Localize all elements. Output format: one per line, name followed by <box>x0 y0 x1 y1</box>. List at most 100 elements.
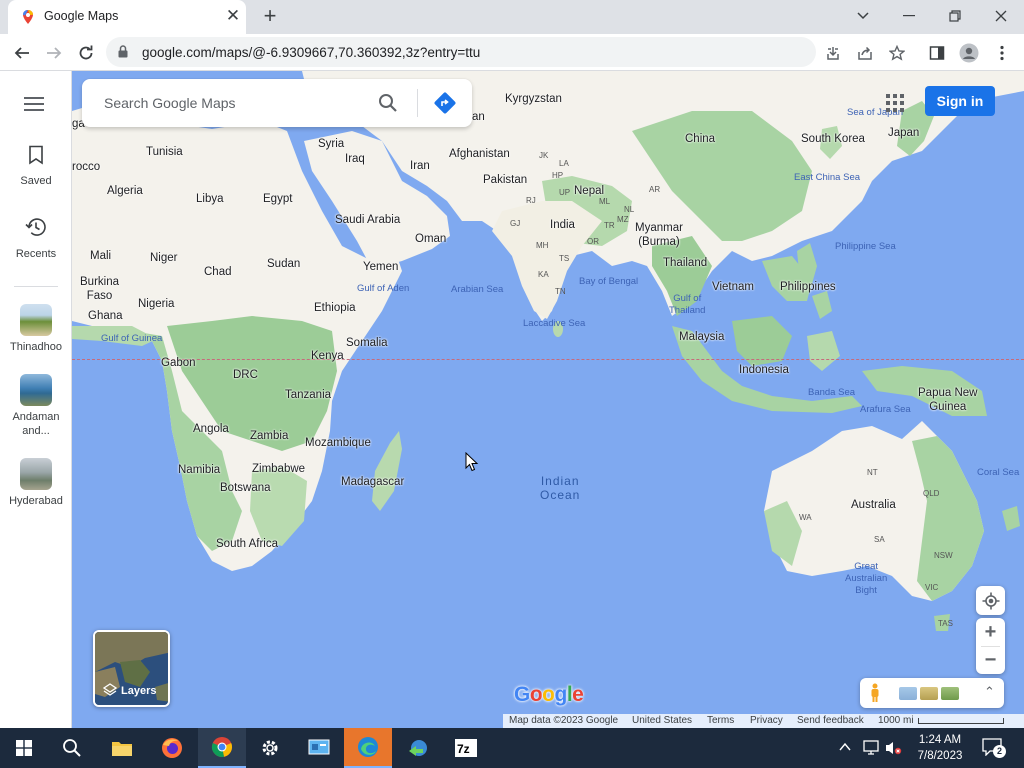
tab-google-maps[interactable]: Google Maps ✕ <box>8 0 246 34</box>
label-niger[interactable]: Niger <box>150 252 177 264</box>
system-clock[interactable]: 1:24 AM 7/8/2023 <box>910 732 970 764</box>
recents-button[interactable]: Recents <box>0 216 72 261</box>
label-nigeria[interactable]: Nigeria <box>138 298 174 310</box>
my-location-button[interactable] <box>976 586 1005 615</box>
settings-button[interactable] <box>246 728 294 768</box>
label-philippines[interactable]: Philippines <box>780 281 836 293</box>
label-kyrgyzstan[interactable]: Kyrgyzstan <box>505 93 562 105</box>
label-libya[interactable]: Libya <box>196 193 224 205</box>
label-indonesia[interactable]: Indonesia <box>739 364 789 376</box>
label-botswana[interactable]: Botswana <box>220 482 271 494</box>
search-input[interactable]: Search Google Maps <box>104 95 236 111</box>
label-ghana[interactable]: Ghana <box>88 310 123 322</box>
tab-search-icon[interactable] <box>840 0 886 32</box>
label-china[interactable]: China <box>685 133 715 145</box>
control-panel-button[interactable] <box>295 728 343 768</box>
tab-close-icon[interactable]: ✕ <box>224 6 242 26</box>
tray-overflow-chevron-icon[interactable] <box>839 742 851 752</box>
side-panel-icon[interactable] <box>924 40 950 66</box>
label-australia[interactable]: Australia <box>851 499 896 511</box>
label-nepal[interactable]: Nepal <box>574 185 604 197</box>
label-oman[interactable]: Oman <box>415 233 446 245</box>
label-ethiopia[interactable]: Ethiopia <box>314 302 356 314</box>
zoom-in-button[interactable]: + <box>976 618 1005 646</box>
chrome-button[interactable] <box>198 728 246 768</box>
map-canvas[interactable]: Kyrgyzstan China Japan South Korea Tunis… <box>72 71 1024 728</box>
recent-place-hyderabad[interactable]: Hyderabad <box>0 458 72 508</box>
zoom-out-button[interactable]: − <box>976 646 1005 674</box>
privacy-link[interactable]: Privacy <box>750 715 783 726</box>
label-myanmar[interactable]: Myanmar (Burma) <box>635 221 683 249</box>
label-mali[interactable]: Mali <box>90 250 111 262</box>
browser-menu-icon[interactable] <box>989 40 1015 66</box>
directions-icon[interactable] <box>433 91 457 115</box>
label-thailand[interactable]: Thailand <box>663 257 707 269</box>
label-chad[interactable]: Chad <box>204 266 232 278</box>
label-saudi-arabia[interactable]: Saudi Arabia <box>335 214 400 226</box>
recent-place-andaman[interactable]: Andaman and... <box>0 374 72 438</box>
volume-muted-icon[interactable] <box>884 740 902 756</box>
scale-label[interactable]: 1000 mi <box>878 715 914 726</box>
label-angola[interactable]: Angola <box>193 423 229 435</box>
label-somalia[interactable]: Somalia <box>346 337 388 349</box>
taskbar-search-button[interactable] <box>48 728 96 768</box>
bookmark-star-icon[interactable] <box>884 40 910 66</box>
label-mozambique[interactable]: Mozambique <box>305 437 371 449</box>
label-kenya[interactable]: Kenya <box>311 350 344 362</box>
profile-avatar-icon[interactable] <box>956 40 982 66</box>
edge-button[interactable] <box>344 728 392 768</box>
imagery-thumbnail-3[interactable] <box>941 687 959 700</box>
layers-button[interactable]: Layers <box>93 630 170 707</box>
label-pakistan[interactable]: Pakistan <box>483 174 527 186</box>
label-india[interactable]: India <box>550 219 575 231</box>
label-morocco-partial[interactable]: rocco <box>72 161 100 173</box>
label-zimbabwe[interactable]: Zimbabwe <box>252 463 305 475</box>
search-icon[interactable] <box>378 93 398 113</box>
pegman-icon[interactable] <box>869 683 881 703</box>
firefox-button[interactable] <box>148 728 196 768</box>
imagery-thumbnail-2[interactable] <box>920 687 938 700</box>
install-app-icon[interactable] <box>820 40 846 66</box>
recent-place-thinadhoo[interactable]: Thinadhoo <box>0 304 72 354</box>
label-namibia[interactable]: Namibia <box>178 464 220 476</box>
label-afghanistan[interactable]: Afghanistan <box>449 148 510 160</box>
network-icon[interactable] <box>862 740 880 756</box>
terms-link[interactable]: Terms <box>707 715 734 726</box>
google-apps-icon[interactable] <box>885 93 905 113</box>
7zip-button[interactable]: 7z <box>442 728 490 768</box>
label-papua-new-guinea[interactable]: Papua New Guinea <box>918 386 977 414</box>
label-iraq[interactable]: Iraq <box>345 153 365 165</box>
minimize-button[interactable] <box>886 0 932 32</box>
label-vietnam[interactable]: Vietnam <box>712 281 754 293</box>
python-launcher-button[interactable] <box>394 728 442 768</box>
hamburger-menu-icon[interactable] <box>24 96 48 112</box>
start-button[interactable] <box>0 728 48 768</box>
label-tunisia[interactable]: Tunisia <box>146 146 183 158</box>
label-partial-an[interactable]: an <box>472 111 485 123</box>
label-iran[interactable]: Iran <box>410 160 430 172</box>
send-feedback-link[interactable]: Send feedback <box>797 715 864 726</box>
label-zambia[interactable]: Zambia <box>250 430 288 442</box>
label-south-africa[interactable]: South Africa <box>216 538 278 550</box>
close-window-button[interactable] <box>978 0 1024 32</box>
label-egypt[interactable]: Egypt <box>263 193 292 205</box>
label-yemen[interactable]: Yemen <box>363 261 398 273</box>
address-bar[interactable]: google.com/maps/@-6.9309667,70.360392,3z… <box>106 37 816 67</box>
label-gabon[interactable]: Gabon <box>161 357 196 369</box>
label-drc[interactable]: DRC <box>233 369 258 381</box>
label-tanzania[interactable]: Tanzania <box>285 389 331 401</box>
search-box[interactable]: Search Google Maps <box>82 79 472 127</box>
label-japan[interactable]: Japan <box>888 127 919 139</box>
reload-button[interactable] <box>72 39 100 67</box>
saved-button[interactable]: Saved <box>0 145 72 188</box>
restore-button[interactable] <box>932 0 978 32</box>
label-burkina-faso[interactable]: Burkina Faso <box>80 275 119 303</box>
back-button[interactable] <box>8 39 36 67</box>
region-link[interactable]: United States <box>632 715 692 726</box>
label-south-korea[interactable]: South Korea <box>801 133 865 145</box>
share-icon[interactable] <box>852 40 878 66</box>
label-sudan[interactable]: Sudan <box>267 258 300 270</box>
new-tab-button[interactable]: + <box>259 4 281 28</box>
sign-in-button[interactable]: Sign in <box>925 86 995 116</box>
label-algeria[interactable]: Algeria <box>107 185 143 197</box>
